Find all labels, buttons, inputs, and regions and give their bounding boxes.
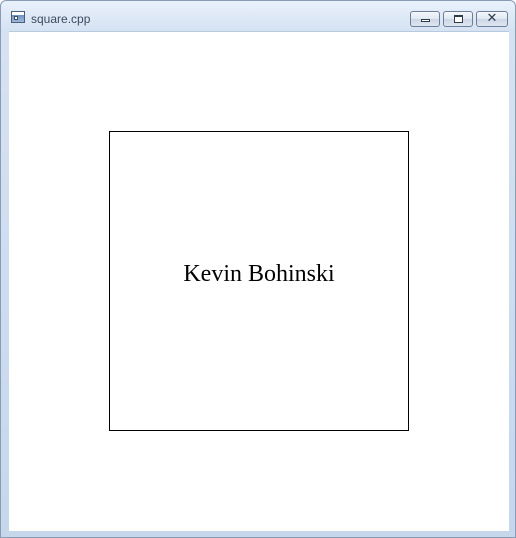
square-label: Kevin Bohinski [183,261,335,287]
drawing-canvas[interactable]: Kevin Bohinski [9,31,509,531]
close-icon: ✕ [486,11,498,26]
drawn-square: Kevin Bohinski [109,131,409,431]
maximize-icon [454,15,463,23]
app-window: square.cpp ✕ Kevin Bohinski [0,0,516,538]
window-title: square.cpp [31,12,91,26]
application-window-icon[interactable] [11,11,25,23]
minimize-icon [421,19,430,22]
close-button[interactable]: ✕ [476,11,508,27]
title-bar[interactable]: square.cpp ✕ [1,1,515,31]
minimize-button[interactable] [410,11,440,27]
maximize-button[interactable] [443,11,473,27]
